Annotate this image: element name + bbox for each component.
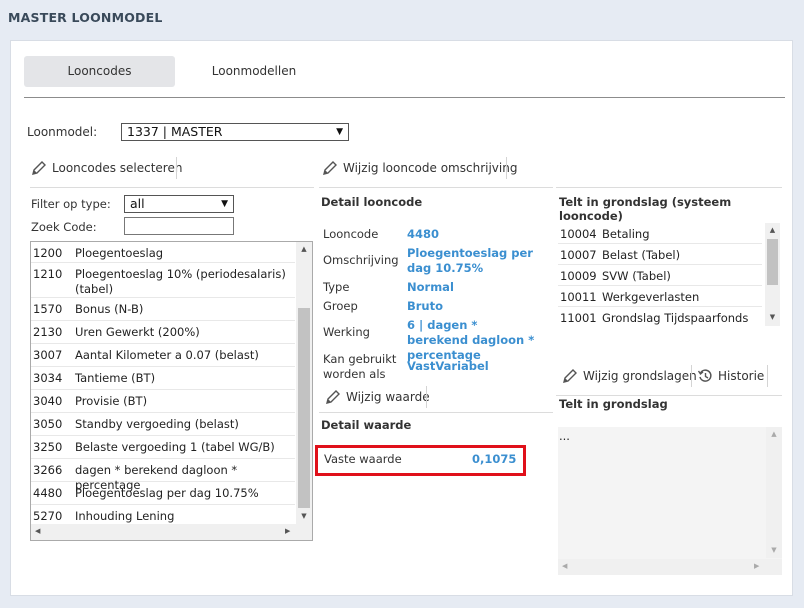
- search-code-label: Zoek Code:: [31, 220, 97, 234]
- list-item[interactable]: 3007 Aantal Kilometer a 0.07 (belast): [31, 344, 295, 367]
- edit-value-button[interactable]: Wijzig waarde: [325, 388, 430, 406]
- tab-loonmodellen[interactable]: Loonmodellen: [189, 56, 319, 87]
- list-item[interactable]: 3040 Provisie (BT): [31, 390, 295, 413]
- grondslag-horizontal-scrollbar[interactable]: ◀ ▶: [558, 559, 782, 575]
- detail-gebruik-value: VastVariabel: [407, 359, 489, 373]
- list-item[interactable]: 11001 Grondslag Tijdspaarfonds: [558, 307, 762, 326]
- grondslag-system-list[interactable]: 10004 Betaling 10007 Belast (Tabel) 10009 S…: [558, 223, 781, 326]
- list-item[interactable]: 3034 Tantieme (BT): [31, 367, 295, 390]
- list-item[interactable]: 10011 Werkgeverlasten: [558, 286, 762, 307]
- grondslag-content: ...: [559, 429, 570, 443]
- pencil-icon: [323, 161, 337, 175]
- scroll-up-icon[interactable]: ▲: [765, 226, 780, 234]
- scroll-up-icon[interactable]: ▲: [766, 430, 782, 438]
- search-code-input[interactable]: [124, 217, 234, 235]
- grondslag-system-heading: Telt in grondslag (systeem looncode): [559, 195, 732, 223]
- pencil-icon: [563, 369, 577, 383]
- main-panel: Looncodes Loonmodellen Loonmodel: 1337 |…: [10, 40, 793, 596]
- pencil-icon: [326, 390, 340, 404]
- toolbar-separator: [767, 365, 768, 387]
- edit-value-label: Wijzig waarde: [346, 390, 430, 404]
- detail-looncode-label: Looncode: [323, 227, 379, 241]
- detail-waarde-heading: Detail waarde: [321, 418, 412, 432]
- edit-grondslagen-label: Wijzig grondslagen: [583, 369, 697, 383]
- vaste-waarde-value: 0,1075: [472, 452, 517, 466]
- divider: [30, 187, 314, 188]
- history-button[interactable]: Historie: [697, 367, 764, 385]
- scroll-down-icon[interactable]: ▼: [296, 512, 312, 520]
- grondslag-vertical-scrollbar[interactable]: ▲ ▼: [766, 427, 782, 558]
- divider: [556, 395, 782, 396]
- vaste-waarde-label: Vaste waarde: [324, 452, 402, 466]
- toolbar-separator: [426, 386, 427, 408]
- detail-omschrijving-value: Ploegentoeslag per dag 10.75%: [407, 246, 533, 275]
- list-item[interactable]: 1200 Ploegentoeslag: [31, 242, 295, 263]
- scrollbar-thumb[interactable]: [767, 239, 778, 285]
- divider: [319, 187, 553, 188]
- grondslag-list[interactable]: ... ▲ ▼ ◀ ▶: [558, 427, 782, 575]
- scroll-left-icon[interactable]: ◀: [35, 527, 40, 535]
- tab-looncodes[interactable]: Looncodes: [24, 56, 175, 87]
- detail-groep-value: Bruto: [407, 299, 444, 313]
- edit-description-label: Wijzig looncode omschrijving: [343, 161, 518, 175]
- loonmodel-select[interactable]: 1337 | MASTER ▼: [121, 123, 349, 141]
- chevron-down-icon: ▼: [221, 199, 228, 209]
- filter-type-label: Filter op type:: [31, 197, 111, 211]
- select-looncodes-button[interactable]: Looncodes selecteren: [31, 159, 182, 177]
- select-looncodes-label: Looncodes selecteren: [52, 161, 183, 175]
- scroll-right-icon[interactable]: ▶: [754, 562, 759, 570]
- detail-gebruik-label: Kan gebruikt worden als: [323, 352, 397, 381]
- list-item[interactable]: 2130 Uren Gewerkt (200%): [31, 321, 295, 344]
- filter-type-select[interactable]: all ▼: [124, 195, 234, 213]
- detail-looncode-value: 4480: [407, 227, 440, 241]
- list-item[interactable]: 3050 Standby vergoeding (belast): [31, 413, 295, 436]
- loonmodel-select-value: 1337 | MASTER: [127, 124, 223, 139]
- scrollbar-thumb[interactable]: [298, 308, 310, 508]
- detail-groep-label: Groep: [323, 299, 358, 313]
- detail-type-label: Type: [323, 280, 350, 294]
- looncodes-list[interactable]: 1200 Ploegentoeslag 1210 Ploegentoeslag 10…: [30, 241, 313, 541]
- scroll-down-icon[interactable]: ▼: [765, 313, 780, 321]
- list-item[interactable]: 1210 Ploegentoeslag 10% (periodesalaris) …: [31, 263, 295, 298]
- list-item[interactable]: 10007 Belast (Tabel): [558, 244, 762, 265]
- edit-description-button[interactable]: Wijzig looncode omschrijving: [322, 159, 517, 177]
- scroll-right-icon[interactable]: ▶: [285, 527, 290, 535]
- divider: [319, 412, 553, 413]
- page-title: MASTER LOONMODEL: [8, 10, 163, 25]
- pencil-icon: [32, 161, 46, 175]
- grondslag-heading: Telt in grondslag: [559, 397, 668, 411]
- toolbar-separator: [506, 157, 507, 179]
- detail-werking-label: Werking: [323, 325, 370, 339]
- list-vertical-scrollbar[interactable]: ▲ ▼: [296, 242, 312, 524]
- list-item[interactable]: 1570 Bonus (N-B): [31, 298, 295, 321]
- history-label: Historie: [718, 369, 765, 383]
- loonmodel-label: Loonmodel:: [27, 125, 98, 139]
- edit-grondslagen-button[interactable]: Wijzig grondslagen: [562, 367, 697, 385]
- history-icon: [697, 369, 712, 382]
- list-item[interactable]: 5270 Inhouding Lening: [31, 505, 295, 525]
- chevron-down-icon: ▼: [336, 127, 343, 137]
- grondslag-system-scrollbar[interactable]: ▲ ▼: [765, 223, 780, 326]
- list-item[interactable]: 3266 dagen * berekend dagloon * percentag…: [31, 459, 295, 492]
- filter-type-value: all: [130, 196, 145, 211]
- tab-divider: [24, 97, 785, 98]
- list-item[interactable]: 10004 Betaling: [558, 223, 762, 244]
- list-item[interactable]: 10009 SVW (Tabel): [558, 265, 762, 286]
- detail-looncode-heading: Detail looncode: [321, 195, 423, 209]
- detail-type-value: Normal: [407, 280, 454, 294]
- list-item[interactable]: 4480 Ploegentoeslag per dag 10.75%: [31, 482, 295, 505]
- scroll-up-icon[interactable]: ▲: [296, 245, 312, 253]
- divider: [556, 187, 782, 188]
- toolbar-separator: [691, 365, 692, 387]
- detail-werking-value: 6 | dagen * berekend dagloon * percentag…: [407, 318, 535, 362]
- toolbar-separator: [176, 157, 177, 179]
- scroll-down-icon[interactable]: ▼: [766, 546, 782, 554]
- scroll-left-icon[interactable]: ◀: [562, 562, 567, 570]
- list-item[interactable]: 3250 Belaste vergoeding 1 (tabel WG/B): [31, 436, 295, 459]
- list-horizontal-scrollbar[interactable]: ◀ ▶: [31, 524, 312, 540]
- detail-omschrijving-label: Omschrijving: [323, 253, 399, 267]
